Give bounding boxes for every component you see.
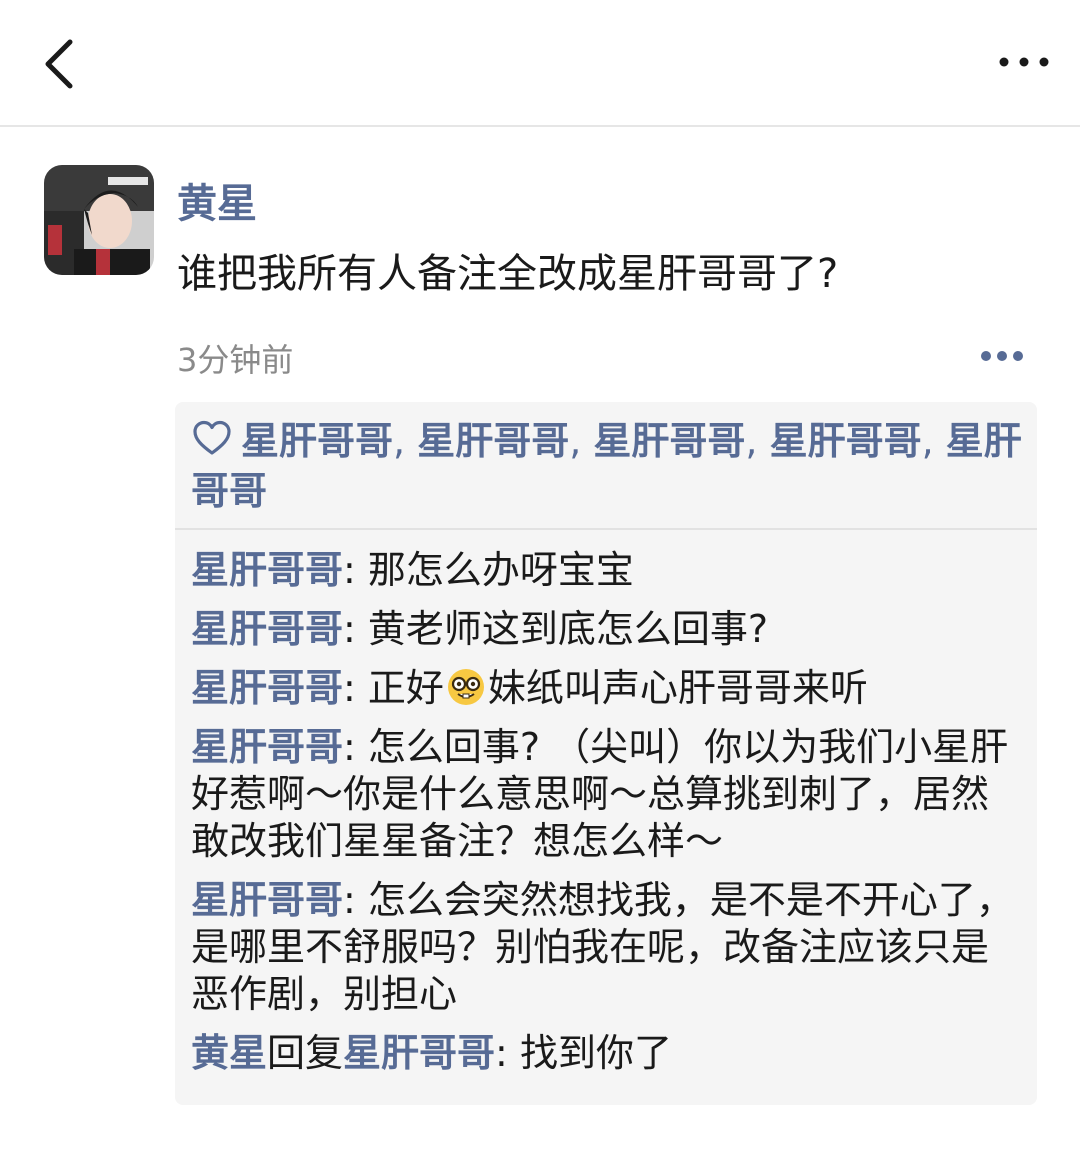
like-separator: , bbox=[921, 419, 946, 463]
comment-item[interactable]: 星肝哥哥: 正好 妹纸叫声心肝哥哥来听 bbox=[191, 665, 1023, 712]
like-separator: , bbox=[569, 419, 594, 463]
comment-author[interactable]: 星肝哥哥 bbox=[191, 725, 343, 769]
comment-item[interactable]: 星肝哥哥: 黄老师这到底怎么回事? bbox=[191, 606, 1023, 653]
like-separator: , bbox=[393, 419, 418, 463]
comment-colon: : bbox=[495, 1031, 520, 1075]
liker-name[interactable]: 星肝哥哥 bbox=[417, 419, 569, 463]
comment-item[interactable]: 黄星回复星肝哥哥: 找到你了 bbox=[191, 1030, 1023, 1077]
comment-colon: : bbox=[343, 607, 368, 651]
liker-name[interactable]: 星肝哥哥 bbox=[593, 419, 745, 463]
interaction-panel: 星肝哥哥, 星肝哥哥, 星肝哥哥, 星肝哥哥, 星肝哥哥 星肝哥哥: 那怎么办呀… bbox=[175, 402, 1037, 1105]
comment-text: 那怎么办呀宝宝 bbox=[367, 548, 634, 592]
nerd-face-emoji-icon bbox=[447, 669, 484, 705]
comment-author[interactable]: 星肝哥哥 bbox=[191, 878, 343, 922]
post-content: 谁把我所有人备注全改成星肝哥哥了? bbox=[177, 251, 839, 297]
reply-word: 回复 bbox=[267, 1031, 344, 1075]
comment-text: 正好 bbox=[367, 666, 444, 710]
comment-author[interactable]: 星肝哥哥 bbox=[191, 548, 343, 592]
comment-author[interactable]: 星肝哥哥 bbox=[191, 666, 343, 710]
comment-item[interactable]: 星肝哥哥: 怎么回事? （尖叫）你以为我们小星肝好惹啊～你是什么意思啊～总算挑到… bbox=[191, 724, 1023, 865]
avatar[interactable] bbox=[44, 165, 154, 275]
liker-name[interactable]: 星肝哥哥 bbox=[241, 419, 393, 463]
comment-list: 星肝哥哥: 那怎么办呀宝宝 星肝哥哥: 黄老师这到底怎么回事? 星肝哥哥: 正好… bbox=[175, 530, 1037, 1105]
top-bar bbox=[0, 0, 1080, 127]
more-options-button[interactable] bbox=[990, 40, 1060, 84]
post-author[interactable]: 黄星 bbox=[177, 171, 257, 229]
likes-row: 星肝哥哥, 星肝哥哥, 星肝哥哥, 星肝哥哥, 星肝哥哥 bbox=[175, 402, 1037, 530]
comment-author[interactable]: 黄星 bbox=[191, 1031, 267, 1075]
comment-item[interactable]: 星肝哥哥: 怎么会突然想找我，是不是不开心了，是哪里不舒服吗？别怕我在呢，改备注… bbox=[191, 877, 1023, 1018]
post-timestamp: 3分钟前 bbox=[177, 341, 294, 379]
reply-target[interactable]: 星肝哥哥 bbox=[343, 1031, 495, 1075]
more-dots-icon bbox=[981, 351, 1023, 361]
comment-colon: : bbox=[343, 548, 368, 592]
comment-colon: : bbox=[343, 878, 368, 922]
avatar-image bbox=[44, 165, 154, 275]
heart-outline-icon bbox=[193, 420, 231, 455]
like-separator: , bbox=[745, 419, 770, 463]
comment-colon: : bbox=[343, 725, 368, 769]
chevron-left-icon bbox=[45, 39, 73, 89]
comment-item[interactable]: 星肝哥哥: 那怎么办呀宝宝 bbox=[191, 547, 1023, 594]
comment-text: 找到你了 bbox=[519, 1031, 672, 1075]
more-horizontal-icon bbox=[999, 57, 1049, 67]
comment-author[interactable]: 星肝哥哥 bbox=[191, 607, 343, 651]
comment-text: 妹纸叫声心肝哥哥来听 bbox=[487, 666, 868, 710]
liker-name[interactable]: 星肝哥哥 bbox=[770, 419, 922, 463]
comment-colon: : bbox=[343, 666, 368, 710]
back-button[interactable] bbox=[30, 30, 90, 98]
comment-text: 黄老师这到底怎么回事? bbox=[367, 607, 769, 651]
post-more-button[interactable] bbox=[976, 341, 1028, 371]
